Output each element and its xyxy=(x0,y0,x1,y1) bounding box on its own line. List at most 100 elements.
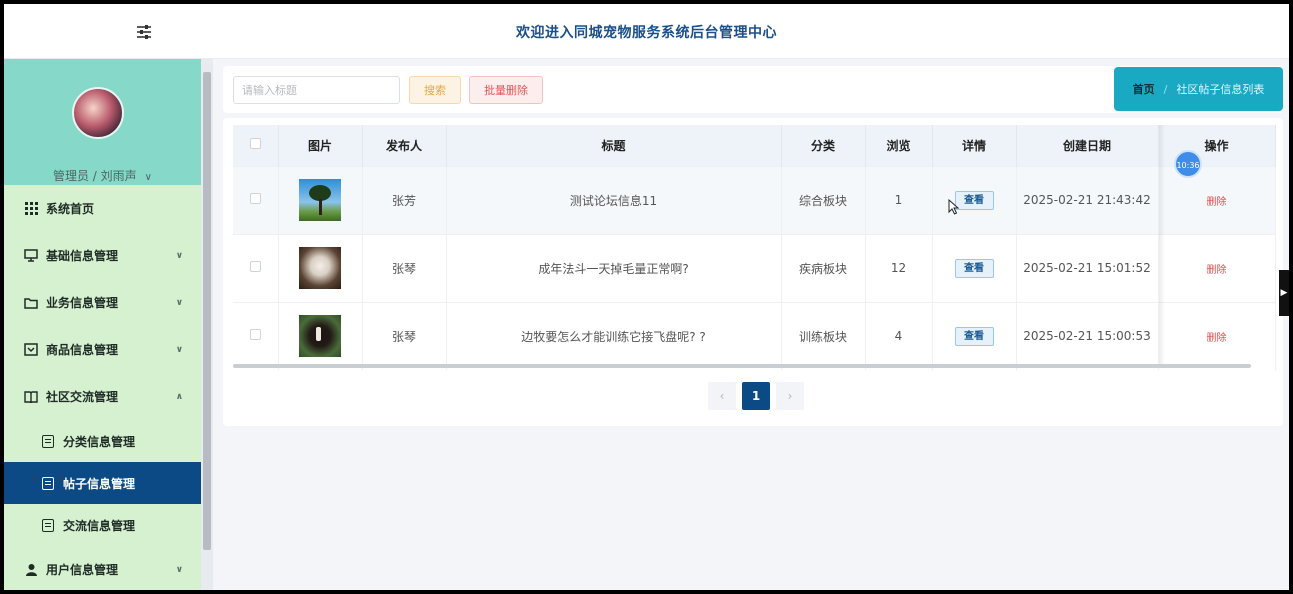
prev-page-button[interactable]: ‹ xyxy=(708,382,736,410)
created-cell: 2025-02-21 15:01:52 xyxy=(1016,233,1159,302)
column-header: 创建日期 xyxy=(1016,125,1159,166)
book-icon xyxy=(24,390,38,404)
row-checkbox[interactable] xyxy=(249,193,261,204)
delete-button[interactable]: 删除 xyxy=(1207,333,1227,344)
title-cell: 边牧要怎么才能训练它接飞盘呢? ? xyxy=(446,301,782,370)
avatar[interactable] xyxy=(72,87,124,139)
expand-panel-tab[interactable]: ▶ xyxy=(1279,270,1289,316)
top-header: 欢迎进入同城宠物服务系统后台管理中心 xyxy=(4,4,1289,59)
column-header: 标题 xyxy=(446,125,782,166)
table-row: 张芳 测试论坛信息11 综合板块 1 查看 2025-02-21 21:43:4… xyxy=(233,165,1276,234)
user-icon xyxy=(24,563,38,577)
views-cell: 1 xyxy=(865,165,933,234)
mouse-cursor-icon xyxy=(948,199,960,215)
post-table: 图片 发布人 标题 分类 浏览 详情 创建日期 操作 张芳 测试论坛信息11 综… xyxy=(233,125,1276,370)
search-input[interactable] xyxy=(233,76,400,104)
profile-panel: 管理员 / 刘雨声 ∨ xyxy=(4,59,201,185)
sidebar-scroll-thumb[interactable] xyxy=(203,72,211,550)
pagination: ‹ 1 › xyxy=(708,382,804,410)
sidebar-item-user-info[interactable]: 用户信息管理 ∨ xyxy=(4,546,201,590)
sidebar-item-post-info[interactable]: 帖子信息管理 xyxy=(4,462,201,504)
next-page-button[interactable]: › xyxy=(776,382,804,410)
chevron-down-icon: ∨ xyxy=(144,172,152,183)
sidebar-item-label: 系统首页 xyxy=(46,202,95,216)
chevron-down-icon: ∨ xyxy=(175,564,183,575)
views-cell: 4 xyxy=(865,301,933,370)
breadcrumb: 首页 / 社区帖子信息列表 xyxy=(1114,67,1283,111)
column-header: 浏览 xyxy=(865,125,933,166)
sidebar-item-label: 帖子信息管理 xyxy=(63,476,136,491)
publisher-cell: 张芳 xyxy=(362,165,447,234)
sidebar-item-community[interactable]: 社区交流管理 ∧ xyxy=(4,373,201,420)
grid-icon xyxy=(24,202,38,216)
breadcrumb-separator: / xyxy=(1163,82,1168,96)
sidebar-item-label: 分类信息管理 xyxy=(63,434,136,449)
fixed-column-shadow xyxy=(1159,125,1165,365)
document-icon xyxy=(42,434,54,448)
sidebar: 管理员 / 刘雨声 ∨ 系统首页 基础信息管理 ∨ 业务信息管理 ∨ 商品信息管… xyxy=(4,59,201,590)
post-table-card: 图片 发布人 标题 分类 浏览 详情 创建日期 操作 张芳 测试论坛信息11 综… xyxy=(223,118,1283,426)
time-badge: 10:36 xyxy=(1174,150,1202,178)
document-icon xyxy=(42,476,54,490)
category-cell: 综合板块 xyxy=(781,165,866,234)
chevron-down-icon: ∨ xyxy=(175,250,183,261)
document-icon xyxy=(42,518,54,532)
created-cell: 2025-02-21 15:00:53 xyxy=(1016,301,1159,370)
select-cell xyxy=(233,301,279,370)
select-cell xyxy=(233,233,279,302)
detail-cell: 查看 xyxy=(932,165,1017,234)
detail-cell: 查看 xyxy=(932,233,1017,302)
title-cell: 测试论坛信息11 xyxy=(446,165,782,234)
chevron-up-icon: ∧ xyxy=(175,391,183,402)
page-number-button[interactable]: 1 xyxy=(742,382,770,410)
title-cell: 成年法斗一天掉毛量正常啊? xyxy=(446,233,782,302)
folder-icon xyxy=(24,296,38,310)
view-button[interactable]: 查看 xyxy=(954,258,994,278)
table-row: 张琴 边牧要怎么才能训练它接飞盘呢? ? 训练板块 4 查看 2025-02-2… xyxy=(233,301,1276,370)
app-frame: 欢迎进入同城宠物服务系统后台管理中心 管理员 / 刘雨声 ∨ 系统首页 基础信息管… xyxy=(4,4,1289,590)
views-cell: 12 xyxy=(865,233,933,302)
post-thumbnail[interactable] xyxy=(299,315,341,358)
table-row: 张琴 成年法斗一天掉毛量正常啊? 疾病板块 12 查看 2025-02-21 1… xyxy=(233,233,1276,302)
sidebar-item-basic-info[interactable]: 基础信息管理 ∨ xyxy=(4,232,201,279)
monitor-icon xyxy=(24,249,38,263)
publisher-cell: 张琴 xyxy=(362,301,447,370)
page-title: 欢迎进入同城宠物服务系统后台管理中心 xyxy=(516,25,777,41)
breadcrumb-current: 社区帖子信息列表 xyxy=(1176,83,1265,96)
created-cell: 2025-02-21 21:43:42 xyxy=(1016,165,1159,234)
sidebar-item-label: 业务信息管理 xyxy=(46,296,119,310)
image-cell xyxy=(278,301,363,370)
delete-button[interactable]: 删除 xyxy=(1207,197,1227,208)
view-button[interactable]: 查看 xyxy=(954,326,994,346)
post-thumbnail[interactable] xyxy=(299,179,341,221)
action-cell: 删除 xyxy=(1158,165,1276,234)
delete-button[interactable]: 删除 xyxy=(1207,265,1227,276)
select-all-checkbox[interactable] xyxy=(249,138,261,150)
column-header: 分类 xyxy=(781,125,866,166)
table-horizontal-scrollbar[interactable] xyxy=(233,364,1251,368)
sidebar-item-label: 交流信息管理 xyxy=(63,518,136,533)
sidebar-item-label: 社区交流管理 xyxy=(46,390,119,404)
breadcrumb-home[interactable]: 首页 xyxy=(1133,81,1155,97)
row-checkbox[interactable] xyxy=(249,329,261,341)
search-button[interactable]: 搜索 xyxy=(409,76,461,104)
sidebar-item-product-info[interactable]: 商品信息管理 ∨ xyxy=(4,326,201,373)
sidebar-item-category-info[interactable]: 分类信息管理 xyxy=(4,420,201,462)
sidebar-item-home[interactable]: 系统首页 xyxy=(4,185,201,232)
chevron-down-icon: ∨ xyxy=(175,297,183,308)
column-header: 详情 xyxy=(932,125,1017,166)
sidebar-item-exchange-info[interactable]: 交流信息管理 xyxy=(4,504,201,546)
chevron-down-icon: ∨ xyxy=(175,344,183,355)
post-thumbnail[interactable] xyxy=(299,247,341,289)
sidebar-item-label: 基础信息管理 xyxy=(46,249,119,263)
bulk-delete-button[interactable]: 批量删除 xyxy=(469,76,543,104)
row-checkbox[interactable] xyxy=(249,261,261,272)
view-button[interactable]: 查看 xyxy=(954,190,994,210)
user-menu[interactable]: 管理员 / 刘雨声 ∨ xyxy=(4,167,201,184)
publisher-cell: 张琴 xyxy=(362,233,447,302)
table-header-row: 图片 发布人 标题 分类 浏览 详情 创建日期 操作 xyxy=(233,125,1276,166)
select-cell xyxy=(233,165,279,234)
action-cell: 删除 xyxy=(1158,301,1276,370)
detail-cell: 查看 xyxy=(932,301,1017,370)
sidebar-item-business-info[interactable]: 业务信息管理 ∨ xyxy=(4,279,201,326)
